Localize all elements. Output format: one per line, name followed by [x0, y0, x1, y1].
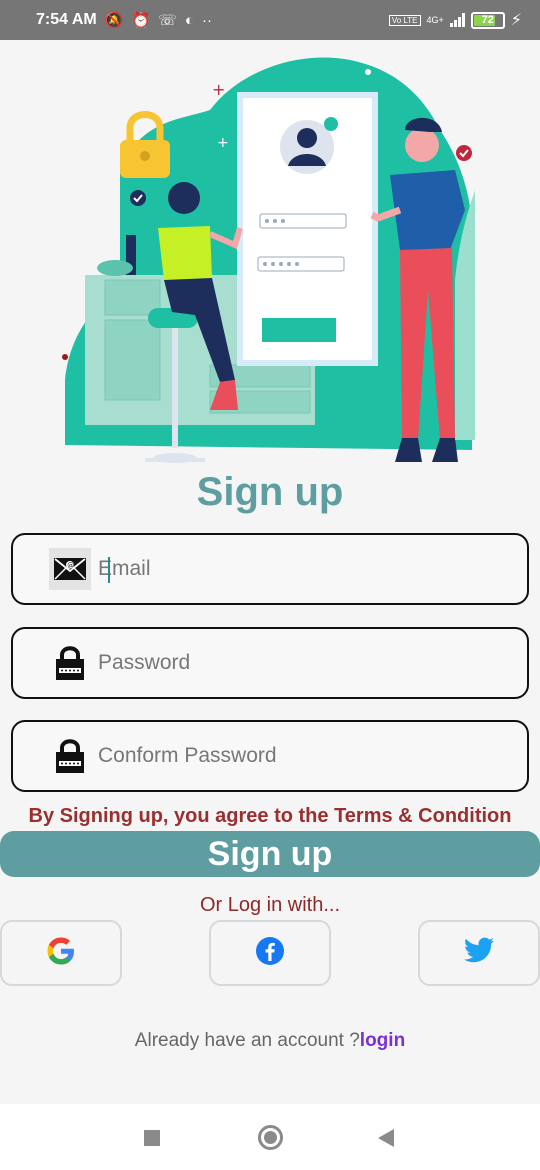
app-icon: ◐	[184, 11, 194, 29]
network-type: 4G+	[426, 15, 444, 25]
svg-text:@: @	[67, 562, 74, 570]
recents-button[interactable]	[144, 1130, 160, 1146]
svg-text:+: +	[217, 135, 229, 151]
notifications-off-icon: 🔕	[104, 12, 124, 29]
svg-text:+: +	[212, 80, 225, 99]
volte-badge: Vo LTE	[388, 14, 421, 26]
email-icon: @	[49, 548, 91, 590]
twitter-login-button[interactable]	[418, 920, 540, 986]
confirm-password-field[interactable]	[11, 720, 529, 792]
twitter-icon	[463, 937, 495, 970]
missed-call-icon: ☏	[158, 12, 177, 29]
charging-icon: ⚡	[510, 12, 522, 29]
email-field[interactable]: @	[11, 533, 529, 605]
confirm-password-input[interactable]	[98, 744, 478, 768]
alarm-icon: ⏰	[131, 12, 151, 29]
login-prompt-text: Already have an account ?	[134, 1030, 360, 1051]
lock-icon	[49, 642, 91, 684]
google-login-button[interactable]	[0, 920, 122, 986]
password-field[interactable]	[11, 627, 529, 699]
terms-text[interactable]: By Signing up, you agree to the Terms & …	[0, 805, 540, 828]
signal-icon	[449, 13, 465, 27]
login-link[interactable]: login	[360, 1030, 405, 1051]
status-time: 7:54 AM	[36, 11, 97, 28]
lock-icon	[49, 735, 91, 777]
signup-button[interactable]: Sign up	[0, 831, 540, 877]
back-button[interactable]	[378, 1129, 394, 1147]
or-login-with-text: Or Log in with...	[199, 894, 341, 916]
more-dots-icon: ··	[201, 11, 212, 29]
facebook-login-button[interactable]	[209, 920, 331, 986]
facebook-icon	[255, 936, 285, 971]
battery-icon: 72	[470, 11, 505, 29]
password-input[interactable]	[98, 651, 478, 675]
email-input[interactable]	[98, 557, 478, 581]
text-caret	[108, 557, 110, 583]
login-prompt: Already have an account ?login	[0, 1030, 540, 1052]
google-icon	[45, 935, 77, 972]
home-button[interactable]	[258, 1125, 283, 1150]
battery-level: 72	[481, 14, 494, 26]
status-bar: 7:54 AM 🔕 ⏰ ☏ ◐ ·· Vo LTE 4G+ 72 ⚡	[0, 0, 540, 40]
page-title: Sign up	[196, 470, 344, 514]
signup-illustration: + +	[62, 57, 475, 463]
